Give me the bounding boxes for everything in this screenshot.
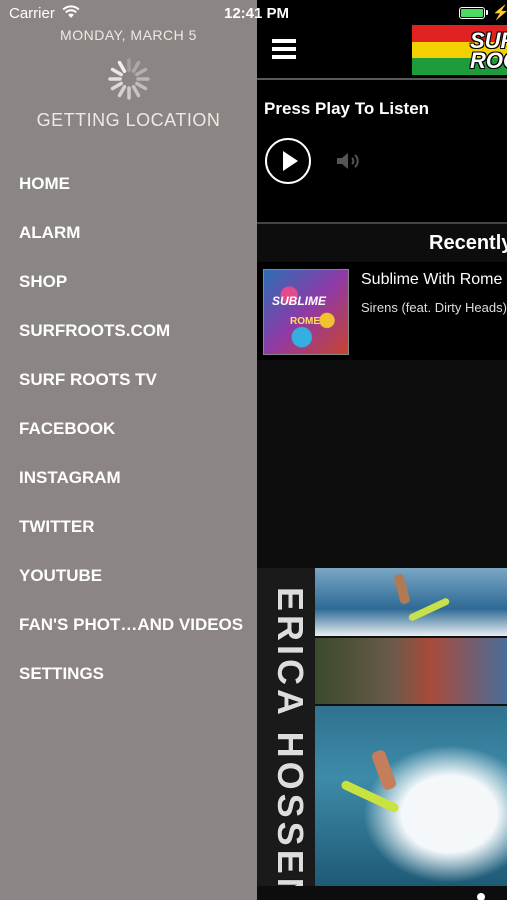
promo-banner[interactable]: ERICA HOSSENI — [257, 568, 507, 886]
menu-item-facebook[interactable]: FACEBOOK — [19, 411, 243, 460]
menu-item-twitter[interactable]: TWITTER — [19, 509, 243, 558]
battery-tip — [486, 10, 488, 15]
clock: 12:41 PM — [224, 5, 290, 22]
album-art-title: SUBLIME — [272, 294, 326, 308]
battery-icon — [459, 7, 485, 19]
main-content: SURFROOTS Press Play To Listen Recently … — [257, 0, 507, 900]
menu-item-settings[interactable]: SETTINGS — [19, 656, 243, 705]
menu-item-shop[interactable]: SHOP — [19, 264, 243, 313]
recently-played-title: Recently — [429, 232, 507, 254]
play-button[interactable] — [265, 138, 311, 184]
speaker-icon[interactable] — [335, 150, 367, 172]
track-artist: Sublime With Rome — [361, 271, 503, 288]
activity-spinner-icon — [108, 58, 150, 100]
menu-item-alarm[interactable]: ALARM — [19, 215, 243, 264]
menu-item-youtube[interactable]: YOUTUBE — [19, 558, 243, 607]
surf-roots-logo: SURFROOTS — [412, 25, 507, 75]
player-panel: Press Play To Listen — [257, 80, 507, 224]
banner-name: ERICA HOSSENI — [270, 587, 311, 886]
wifi-icon — [62, 5, 80, 23]
album-art-subtitle: ROME — [290, 316, 320, 327]
menu-item-surfroots-com[interactable]: SURFROOTS.COM — [19, 313, 243, 362]
banner-photo-bottom — [315, 706, 507, 886]
hamburger-icon[interactable] — [272, 39, 296, 61]
menu-item-home[interactable]: HOME — [19, 166, 243, 215]
banner-photo-middle — [315, 638, 507, 704]
battery-fill — [461, 9, 483, 17]
side-drawer: MONDAY, MARCH 5 GETTING LOCATION HOME AL… — [0, 0, 257, 900]
banner-photo-top — [315, 568, 507, 636]
track-song: Sirens (feat. Dirty Heads) — [361, 300, 507, 315]
page-indicator[interactable] — [477, 888, 507, 900]
date-label: MONDAY, MARCH 5 — [60, 27, 197, 43]
logo-text: SURFROOTS — [470, 28, 507, 73]
menu-item-fans-photos-videos[interactable]: FAN'S PHOT…AND VIDEOS — [19, 607, 243, 656]
status-bar: Carrier 12:41 PM ⚡ — [0, 0, 507, 28]
carrier-label: Carrier — [9, 5, 55, 22]
drawer-menu: HOME ALARM SHOP SURFROOTS.COM SURF ROOTS… — [19, 166, 243, 705]
location-status: GETTING LOCATION — [36, 110, 221, 130]
album-art: SUBLIME ROME — [263, 269, 349, 355]
page-dot[interactable] — [477, 893, 485, 900]
banner-name-strip: ERICA HOSSENI — [257, 568, 315, 886]
player-prompt: Press Play To Listen — [264, 99, 430, 118]
menu-item-instagram[interactable]: INSTAGRAM — [19, 460, 243, 509]
menu-item-surf-roots-tv[interactable]: SURF ROOTS TV — [19, 362, 243, 411]
bolt-icon: ⚡ — [492, 4, 507, 20]
track-row[interactable]: SUBLIME ROME Sublime With Rome Sirens (f… — [257, 262, 507, 360]
